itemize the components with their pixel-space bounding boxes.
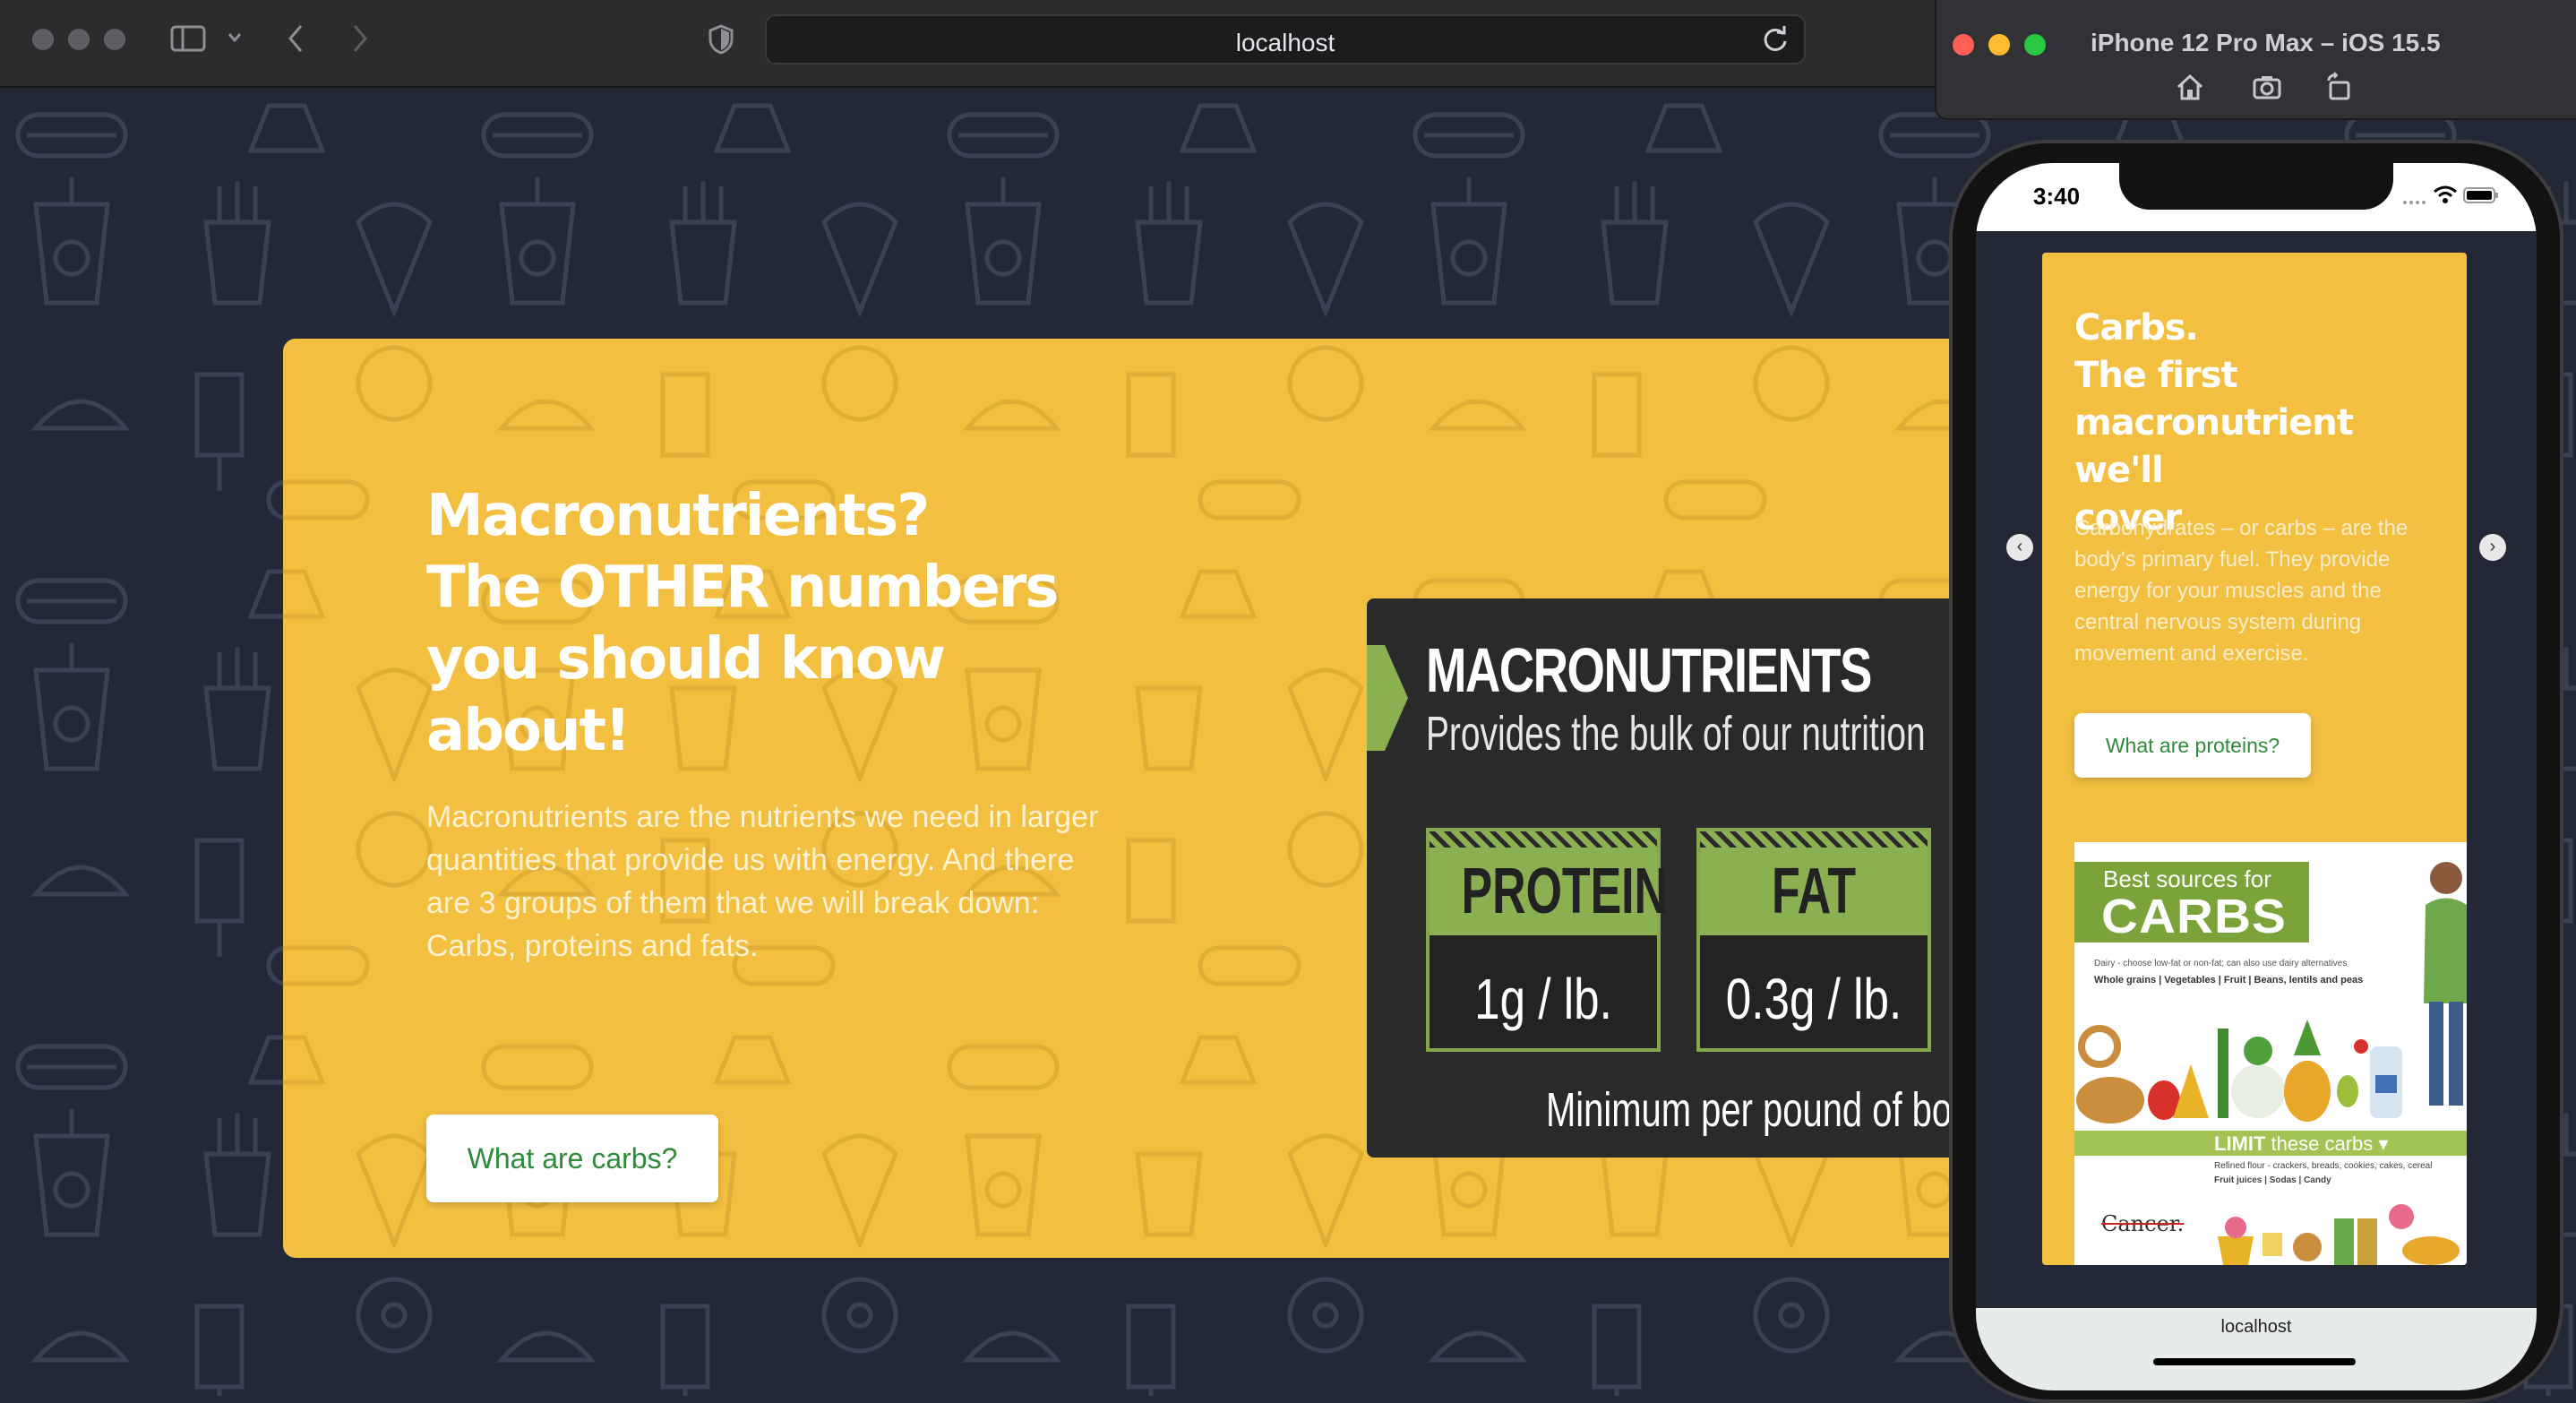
carb-foods-illustration bbox=[2076, 1020, 2402, 1123]
carbs-infographic-image: Best sources for CARBS Dairy - choose lo… bbox=[2074, 842, 2467, 1265]
fat-box-header: FAT bbox=[1700, 831, 1928, 935]
protein-box: PROTEIN 1g / lb. bbox=[1426, 828, 1668, 1052]
chevron-down-icon[interactable] bbox=[228, 32, 242, 43]
sidebar-icon[interactable] bbox=[170, 25, 206, 52]
hero-title: Macronutrients? The OTHER numbers you sh… bbox=[426, 480, 1107, 767]
infographic-footer: Minimum per pound of boc bbox=[1546, 1083, 1971, 1137]
carbs-dairy-text: Dairy - choose low-fat or non-fat; can a… bbox=[2094, 959, 2348, 968]
arrow-marker-icon bbox=[1367, 645, 1408, 751]
carousel-prev-arrow[interactable]: ‹ bbox=[2006, 534, 2033, 561]
carbs-card: Carbs. The first macronutrient we'll cov… bbox=[2042, 253, 2467, 1265]
carbs-title-line: macronutrient we'll bbox=[2074, 402, 2354, 491]
carbs-word: CARBS bbox=[2101, 890, 2287, 943]
status-bar: 3:40 bbox=[1976, 163, 2537, 231]
address-text: localhost bbox=[1235, 29, 1335, 56]
person-illustration bbox=[2424, 862, 2467, 1106]
limit-rest: these carbs ▾ bbox=[2265, 1132, 2389, 1155]
hero-title-line: about! bbox=[426, 698, 631, 764]
hazard-stripe bbox=[1430, 831, 1657, 848]
cellular-signal-icon bbox=[2403, 201, 2426, 204]
simulator-zoom-button[interactable] bbox=[2024, 34, 2046, 56]
shield-icon[interactable] bbox=[708, 23, 734, 56]
rotate-icon[interactable] bbox=[2323, 72, 2354, 102]
screenshot-icon[interactable] bbox=[2252, 72, 2282, 102]
juices-text: Fruit juices | Sodas | Candy bbox=[2214, 1175, 2331, 1185]
what-are-carbs-button[interactable]: What are carbs? bbox=[426, 1115, 718, 1202]
infographic-subtitle: Provides the bulk of our nutrition bbox=[1426, 707, 1926, 761]
battery-icon bbox=[2463, 187, 2498, 203]
carbs-title-line: Carbs. bbox=[2074, 307, 2199, 349]
hero-title-line: you should know bbox=[426, 626, 946, 693]
hero-title-line: Macronutrients? bbox=[426, 483, 930, 549]
fat-box: FAT 0.3g / lb. bbox=[1696, 828, 1931, 1052]
carbs-card-description: Carbohydrates – or carbs – are the body'… bbox=[2074, 516, 2409, 666]
protein-box-header: PROTEIN bbox=[1430, 831, 1668, 935]
home-indicator[interactable] bbox=[2153, 1358, 2356, 1365]
refined-flour-text: Refined flour - crackers, breads, cookie… bbox=[2214, 1161, 2433, 1171]
simulator-title: iPhone 12 Pro Max – iOS 15.5 bbox=[2091, 29, 2441, 56]
protein-value: 1g / lb. bbox=[1474, 967, 1612, 1031]
mobile-address-text[interactable]: localhost bbox=[1976, 1317, 2537, 1338]
hero-title-line: The OTHER numbers bbox=[426, 555, 1060, 621]
carbs-title-line: The first bbox=[2074, 355, 2238, 396]
limit-label: LIMIT these carbs ▾ bbox=[2214, 1132, 2388, 1156]
protein-label: PROTEIN bbox=[1461, 856, 1668, 927]
close-window-button[interactable] bbox=[32, 29, 54, 50]
hazard-stripe bbox=[1700, 831, 1928, 848]
back-icon[interactable] bbox=[287, 23, 305, 54]
reload-icon[interactable] bbox=[1759, 23, 1791, 56]
minimize-window-button[interactable] bbox=[68, 29, 90, 50]
carbs-grains-text: Whole grains | Vegetables | Fruit | Bean… bbox=[2094, 975, 2364, 986]
carbs-card-title: Carbs. The first macronutrient we'll cov… bbox=[2074, 305, 2451, 542]
notch bbox=[2119, 163, 2393, 210]
forward-icon[interactable] bbox=[351, 23, 369, 54]
fat-label: FAT bbox=[1771, 856, 1857, 927]
simulator-minimize-button[interactable] bbox=[1988, 34, 2010, 56]
home-icon[interactable] bbox=[2175, 72, 2205, 102]
carousel-next-arrow[interactable]: › bbox=[2479, 534, 2506, 561]
address-bar[interactable]: localhost bbox=[765, 14, 1806, 65]
what-are-proteins-button[interactable]: What are proteins? bbox=[2074, 713, 2311, 778]
limit-foods-illustration bbox=[2218, 1204, 2460, 1265]
infographic-title: MACRONUTRIENTS bbox=[1426, 635, 1872, 705]
cancer-label: Cancer. bbox=[2101, 1211, 2185, 1236]
simulator-close-button[interactable] bbox=[1953, 34, 1974, 56]
hero-description: Macronutrients are the nutrients we need… bbox=[426, 800, 1099, 963]
iphone-screen: 3:40 ‹ › Carbs. The first macronutrient … bbox=[1976, 163, 2537, 1390]
simulator-toolbar: iPhone 12 Pro Max – iOS 15.5 bbox=[1935, 0, 2576, 120]
limit-word: LIMIT bbox=[2214, 1132, 2266, 1155]
fat-value: 0.3g / lb. bbox=[1725, 967, 1902, 1031]
safari-bottom-bar: localhost bbox=[1976, 1308, 2537, 1390]
status-time: 3:40 bbox=[2033, 183, 2081, 210]
zoom-window-button[interactable] bbox=[104, 29, 125, 50]
wifi-icon bbox=[2434, 185, 2457, 203]
